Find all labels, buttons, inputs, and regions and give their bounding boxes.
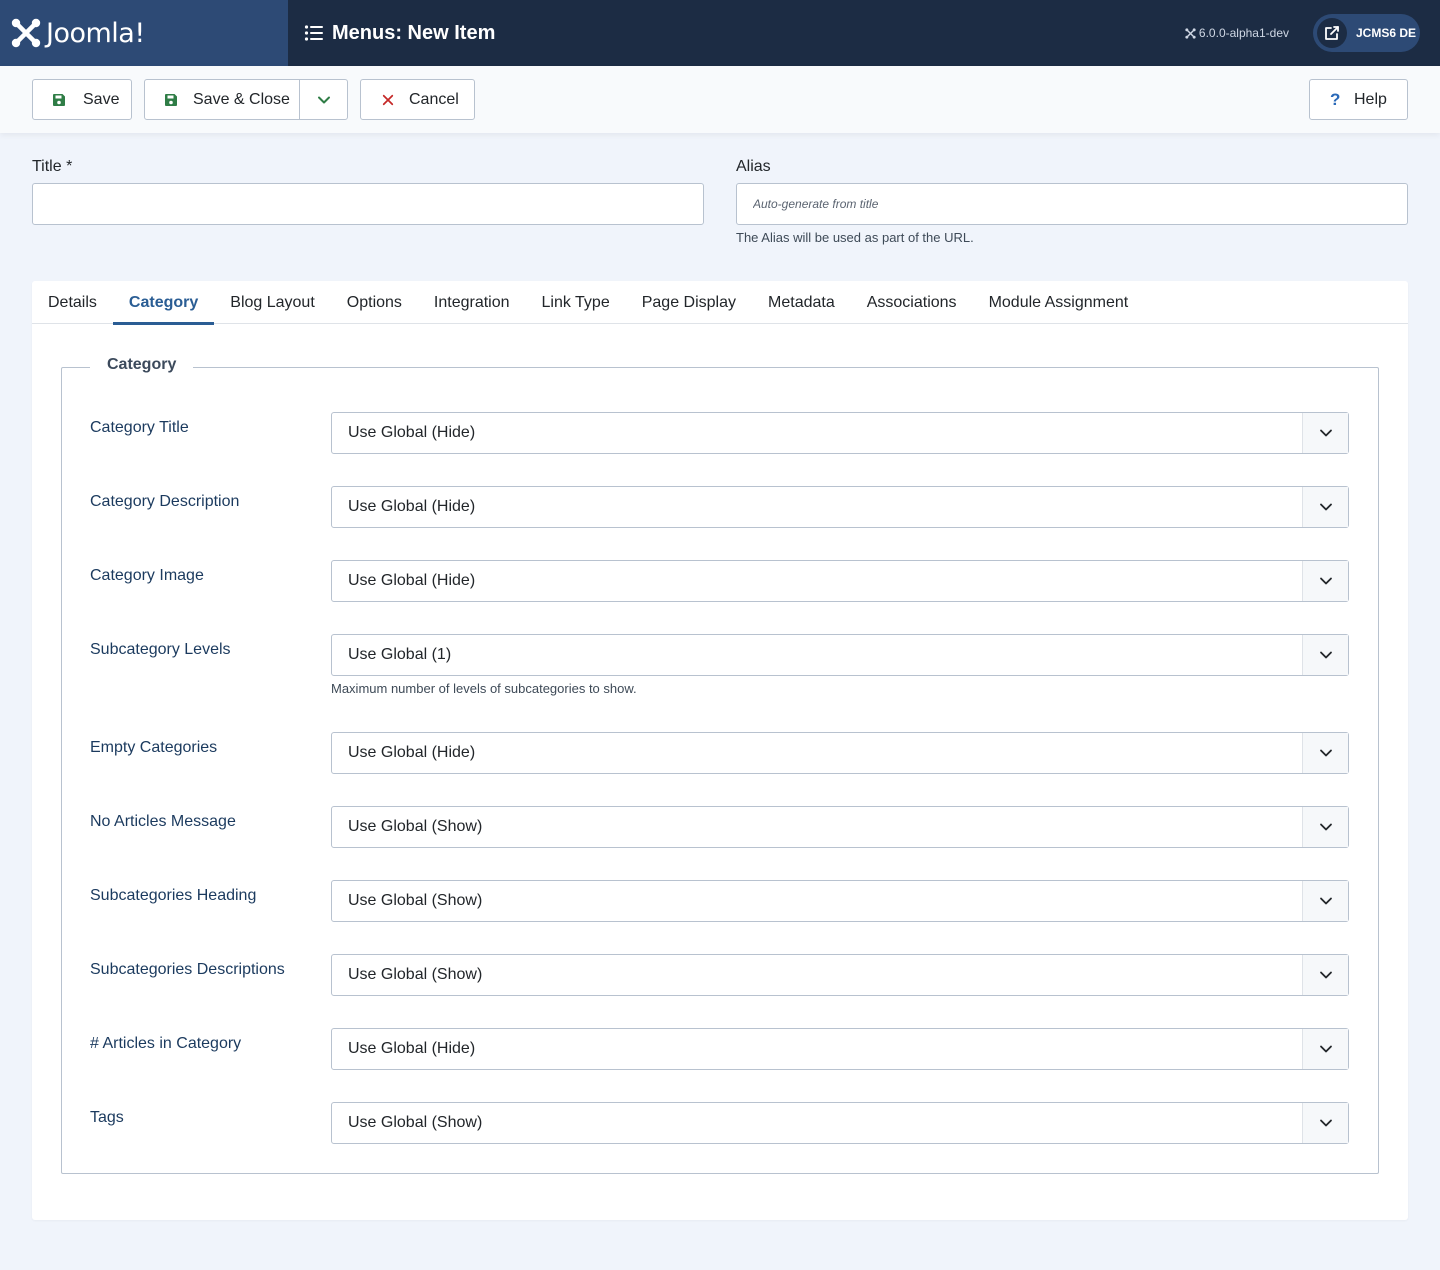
category-fieldset: Category Category Title Use Global (Hide…: [61, 356, 1379, 1174]
page-title: Menus: New Item: [304, 22, 495, 45]
save-button[interactable]: Save: [32, 79, 132, 120]
alias-input[interactable]: [736, 183, 1408, 225]
field-label-subcategories-heading: Subcategories Heading: [90, 887, 257, 904]
external-link-icon: [1325, 26, 1339, 40]
chevron-down-icon: [318, 96, 330, 103]
site-icon-wrap: [1317, 18, 1347, 48]
field-label-no-articles-message: No Articles Message: [90, 813, 236, 830]
select-value: Use Global (Show): [348, 892, 483, 909]
select-category-image[interactable]: Use Global (Hide): [331, 560, 1349, 602]
tab-associations[interactable]: Associations: [851, 281, 973, 324]
tab-category[interactable]: Category: [112, 281, 215, 325]
field-label-subcategories-descriptions: Subcategories Descriptions: [90, 961, 285, 978]
tab-page-display[interactable]: Page Display: [626, 281, 752, 324]
select-value: Use Global (Hide): [348, 424, 476, 441]
select-empty-categories[interactable]: Use Global (Hide): [331, 732, 1349, 774]
alias-label: Alias: [736, 158, 771, 175]
tab-integration[interactable]: Integration: [418, 281, 526, 324]
tab-blog-layout[interactable]: Blog Layout: [214, 281, 331, 324]
view-site-button[interactable]: JCMS6 DE: [1313, 14, 1420, 52]
toolbar: Save Save & Close Cancel ? Help: [0, 66, 1440, 133]
select-tags[interactable]: Use Global (Show): [331, 1102, 1349, 1144]
floppy-disk-icon: [53, 93, 65, 106]
select-value: Use Global (Show): [348, 1114, 483, 1131]
subcategory-levels-hint: Maximum number of levels of subcategorie…: [331, 681, 637, 696]
chevron-down-icon: [1319, 971, 1332, 979]
title-label: Title *: [32, 158, 73, 175]
select-value: Use Global (Hide): [348, 498, 476, 515]
floppy-disk-icon: [165, 93, 177, 106]
joomla-small-icon: [1185, 27, 1196, 39]
cancel-label: Cancel: [409, 90, 459, 108]
select-arrow: [1302, 487, 1348, 527]
field-label-subcategory-levels: Subcategory Levels: [90, 641, 231, 658]
tab-bar: Details Category Blog Layout Options Int…: [32, 281, 1408, 325]
close-icon: [382, 94, 394, 105]
fieldset-legend: Category: [90, 356, 194, 374]
field-label-category-title: Category Title: [90, 419, 189, 436]
help-button[interactable]: ? Help: [1309, 79, 1408, 120]
cancel-button[interactable]: Cancel: [360, 79, 475, 120]
list-icon: [304, 25, 323, 41]
tabs-panel: Details Category Blog Layout Options Int…: [32, 281, 1408, 1220]
site-label: JCMS6 DE: [1356, 26, 1417, 40]
select-value: Use Global (Hide): [348, 572, 476, 589]
select-subcategories-heading[interactable]: Use Global (Show): [331, 880, 1349, 922]
select-arrow: [1302, 733, 1348, 773]
tab-link-type[interactable]: Link Type: [526, 281, 626, 324]
select-arrow: [1302, 955, 1348, 995]
select-value: Use Global (Show): [348, 818, 483, 835]
select-arrow: [1302, 807, 1348, 847]
version-text: 6.0.0-alpha1-dev: [1198, 26, 1289, 40]
field-label-category-image: Category Image: [90, 567, 204, 584]
page-title-text: Menus: New Item: [332, 21, 496, 44]
version-info: 6.0.0-alpha1-dev: [1185, 26, 1289, 40]
help-label: Help: [1354, 90, 1387, 108]
select-category-description[interactable]: Use Global (Hide): [331, 486, 1349, 528]
title-input[interactable]: [32, 183, 704, 225]
select-subcategory-levels[interactable]: Use Global (1): [331, 634, 1349, 676]
select-arrow: [1302, 561, 1348, 601]
select-no-articles-message[interactable]: Use Global (Show): [331, 806, 1349, 848]
field-label-category-description: Category Description: [90, 493, 240, 510]
chevron-down-icon: [1319, 503, 1332, 511]
select-value: Use Global (1): [348, 646, 452, 663]
select-arrow: [1302, 413, 1348, 453]
chevron-down-icon: [1319, 577, 1332, 585]
select-category-title[interactable]: Use Global (Hide): [331, 412, 1349, 454]
chevron-down-icon: [1319, 1119, 1332, 1127]
tab-details[interactable]: Details: [32, 281, 113, 324]
header: Joomla! Menus: New Item 6.0.0-alpha1-dev: [0, 0, 1440, 66]
chevron-down-icon: [1319, 1045, 1332, 1053]
field-label-empty-categories: Empty Categories: [90, 739, 218, 756]
field-label-tags: Tags: [90, 1109, 124, 1126]
select-articles-in-category[interactable]: Use Global (Hide): [331, 1028, 1349, 1070]
alias-hint: The Alias will be used as part of the UR…: [736, 230, 974, 245]
select-value: Use Global (Hide): [348, 1040, 476, 1057]
tab-metadata[interactable]: Metadata: [752, 281, 851, 324]
question-icon: ?: [1330, 89, 1341, 109]
select-value: Use Global (Hide): [348, 744, 476, 761]
select-arrow: [1302, 635, 1348, 675]
save-label: Save: [83, 90, 120, 108]
chevron-down-icon: [1319, 651, 1332, 659]
field-label-articles-in-category: # Articles in Category: [90, 1035, 242, 1052]
chevron-down-icon: [1319, 749, 1332, 757]
chevron-down-icon: [1319, 429, 1332, 437]
chevron-down-icon: [1319, 823, 1332, 831]
save-options-dropdown-toggle[interactable]: [300, 80, 348, 119]
tab-options[interactable]: Options: [331, 281, 418, 324]
select-arrow: [1302, 881, 1348, 921]
select-arrow: [1302, 1103, 1348, 1143]
save-close-button[interactable]: Save & Close: [193, 91, 290, 109]
chevron-down-icon: [1319, 897, 1332, 905]
select-subcategories-descriptions[interactable]: Use Global (Show): [331, 954, 1349, 996]
joomla-logo-icon: [11, 18, 41, 48]
logo-text: Joomla!: [46, 17, 145, 49]
tab-module-assignment[interactable]: Module Assignment: [973, 281, 1145, 324]
select-arrow: [1302, 1029, 1348, 1069]
logo[interactable]: Joomla!: [0, 0, 288, 66]
save-close-button-group: Save & Close: [144, 79, 348, 120]
select-value: Use Global (Show): [348, 966, 483, 983]
